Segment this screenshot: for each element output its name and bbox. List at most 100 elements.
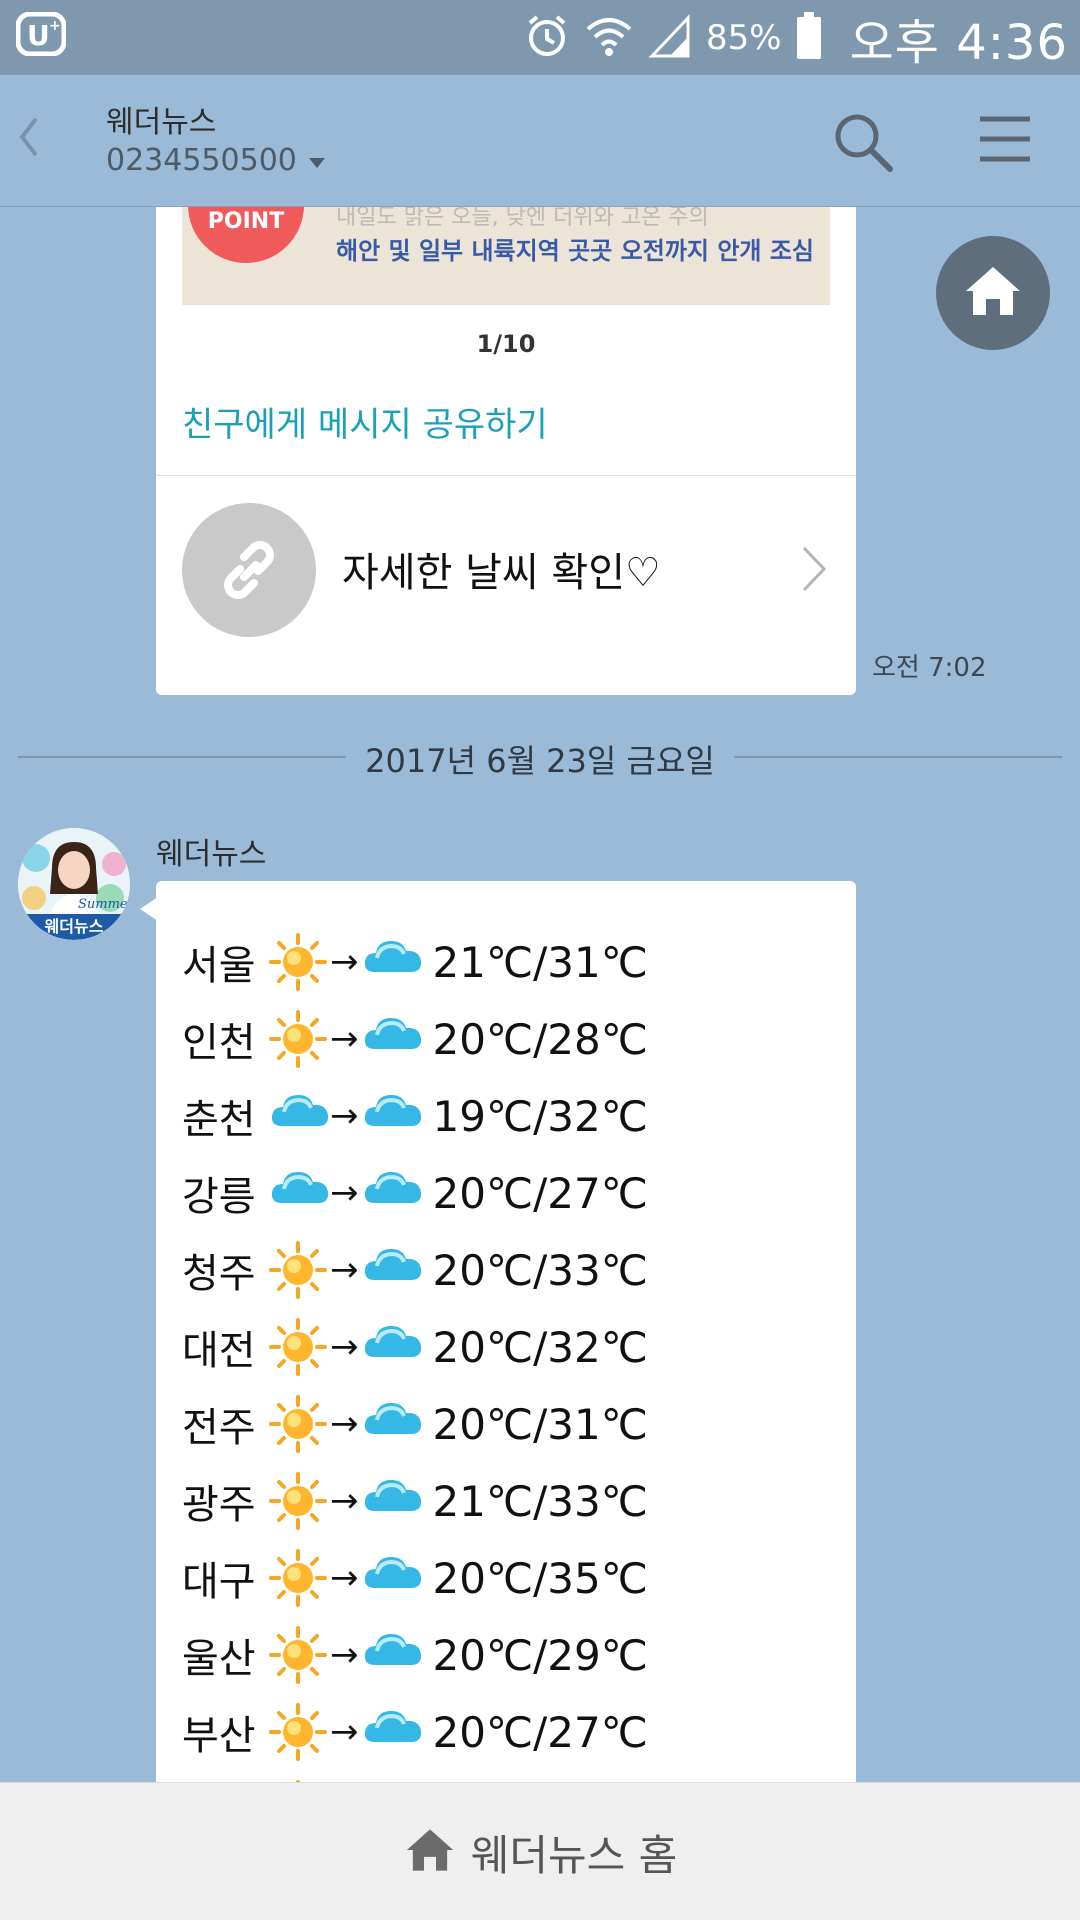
search-icon[interactable] <box>832 111 894 177</box>
banner-text-line1: 내일도 맑은 오늘, 낮엔 더위와 고온 주의 <box>336 207 709 230</box>
home-icon <box>403 1826 457 1878</box>
cloud-icon <box>361 1317 421 1377</box>
cloud-icon <box>268 1086 329 1146</box>
city-name: 청주 <box>182 1251 256 1297</box>
arrow-text: → <box>330 1635 359 1675</box>
arrow-text: → <box>330 1404 359 1444</box>
chat-phone-dropdown[interactable]: 0234550500 <box>106 143 327 178</box>
sun-icon <box>268 1471 328 1531</box>
hamburger-menu-icon[interactable] <box>978 115 1032 167</box>
detail-weather-link[interactable]: 자세한 날씨 확인♡ <box>156 476 856 695</box>
temperature-range: 20℃/31℃ <box>432 1399 648 1449</box>
wifi-icon <box>584 11 634 65</box>
cloud-icon <box>361 1548 421 1608</box>
cloud-icon <box>361 1163 421 1223</box>
bottom-home-label: 웨더뉴스 홈 <box>470 1830 678 1880</box>
bottom-home-bar[interactable]: 웨더뉴스 홈 <box>0 1782 1080 1920</box>
city-name: 강릉 <box>182 1174 256 1220</box>
city-name: 광주 <box>182 1482 256 1528</box>
temperature-range: 20℃/32℃ <box>432 1322 648 1372</box>
cloud-icon <box>361 1625 421 1685</box>
cloud-icon <box>361 932 421 992</box>
weather-row: 대전 → 20℃/32℃ <box>182 1316 648 1378</box>
arrow-text: → <box>330 1019 359 1059</box>
city-name: 춘천 <box>182 1097 256 1143</box>
arrow-text: → <box>330 1096 359 1136</box>
arrow-text: → <box>330 1250 359 1290</box>
chat-header: 웨더뉴스 0234550500 <box>0 75 1080 207</box>
weather-row: 강릉 → 20℃/27℃ <box>182 1162 648 1224</box>
point-badge: POINT <box>188 207 304 263</box>
sun-icon <box>268 1702 328 1762</box>
date-separator-text: 2017년 6월 23일 금요일 <box>365 742 715 780</box>
link-icon <box>182 503 316 637</box>
temperature-range: 20℃/28℃ <box>432 1014 648 1064</box>
temperature-range: 20℃/29℃ <box>432 1630 648 1680</box>
news-banner-image[interactable]: POINT 내일도 맑은 오늘, 낮엔 더위와 고온 주의 해안 및 일부 내륙… <box>182 207 830 305</box>
avatar[interactable]: Summer 웨더뉴스 <box>18 828 130 940</box>
cloud-icon <box>361 1240 421 1300</box>
caret-down-icon <box>307 143 327 178</box>
sun-icon <box>268 1394 328 1454</box>
arrow-text: → <box>330 1327 359 1367</box>
temperature-range: 19℃/32℃ <box>432 1091 648 1141</box>
battery-percent: 85% <box>706 18 782 58</box>
sun-icon <box>268 1317 328 1377</box>
home-icon <box>962 263 1024 323</box>
news-card: POINT 내일도 맑은 오늘, 낮엔 더위와 고온 주의 해안 및 일부 내륙… <box>156 207 856 695</box>
alarm-icon <box>524 13 570 63</box>
svg-text:U: U <box>27 19 50 52</box>
arrow-text: → <box>330 1173 359 1213</box>
weather-row: 전주 → 20℃/31℃ <box>182 1393 648 1455</box>
sender-name: 웨더뉴스 <box>156 837 267 872</box>
cloud-icon <box>361 1702 421 1762</box>
temperature-range: 20℃/35℃ <box>432 1553 648 1603</box>
temperature-range: 21℃/31℃ <box>432 937 648 987</box>
chat-phone-number: 0234550500 <box>106 143 297 178</box>
message-timestamp: 오전 7:02 <box>872 653 987 683</box>
chat-area[interactable]: POINT 내일도 맑은 오늘, 낮엔 더위와 고온 주의 해안 및 일부 내륙… <box>0 207 1080 1782</box>
signal-icon <box>648 14 692 62</box>
temperature-range: 20℃/27℃ <box>432 1168 648 1218</box>
date-separator: 2017년 6월 23일 금요일 <box>0 731 1080 781</box>
temperature-range: 20℃/27℃ <box>432 1707 648 1757</box>
city-name: 부산 <box>182 1713 256 1759</box>
weather-message-bubble: 서울 → 21℃/31℃ 인천 → 20℃/28℃ 춘천 → 19℃/32℃ 강릉 → 20℃/27℃… <box>156 881 856 1782</box>
home-floating-button[interactable] <box>936 236 1050 350</box>
weather-row: 춘천 → 19℃/32℃ <box>182 1085 648 1147</box>
weather-row: 인천 → 20℃/28℃ <box>182 1008 648 1070</box>
weather-row: 서울 → 21℃/31℃ <box>182 931 648 993</box>
city-name: 서울 <box>182 943 256 989</box>
arrow-text: → <box>330 1712 359 1752</box>
arrow-text: → <box>330 1481 359 1521</box>
weather-row: 청주 → 20℃/33℃ <box>182 1239 648 1301</box>
banner-text-line2: 해안 및 일부 내륙지역 곳곳 오전까지 안개 조심 <box>336 237 815 265</box>
temperature-range: 21℃/33℃ <box>432 1476 648 1526</box>
chevron-left-icon[interactable] <box>14 115 44 163</box>
share-to-friend-link[interactable]: 친구에게 메시지 공유하기 <box>182 397 548 446</box>
weather-row: 대구 → 20℃/35℃ <box>182 1547 648 1609</box>
sun-icon <box>268 1548 328 1608</box>
lg-u-plus-icon: U + <box>15 11 67 60</box>
weather-row: 광주 → 21℃/33℃ <box>182 1470 648 1532</box>
arrow-text: → <box>330 1558 359 1598</box>
cloud-icon <box>361 1009 421 1069</box>
detail-weather-label: 자세한 날씨 확인♡ <box>342 550 661 596</box>
carousel-pager: 1/10 <box>476 330 536 358</box>
avatar-label: 웨더뉴스 <box>45 917 104 936</box>
chevron-right-icon <box>798 544 830 598</box>
weather-row: 울산 → 20℃/29℃ <box>182 1624 648 1686</box>
city-name: 인천 <box>182 1020 256 1066</box>
sun-icon <box>268 932 328 992</box>
avatar-script-text: Summer <box>78 897 130 912</box>
chat-title[interactable]: 웨더뉴스 <box>106 97 216 141</box>
svg-text:+: + <box>49 18 61 34</box>
sun-icon <box>268 1625 328 1685</box>
status-clock: 오후 4:36 <box>849 15 1068 71</box>
arrow-text: → <box>330 942 359 982</box>
weather-row: 부산 → 20℃/27℃ <box>182 1701 648 1763</box>
status-bar: U + 85% 오후 4:36 <box>0 0 1080 75</box>
city-name: 대전 <box>182 1328 256 1374</box>
cloud-icon <box>361 1086 421 1146</box>
battery-icon <box>796 12 822 64</box>
